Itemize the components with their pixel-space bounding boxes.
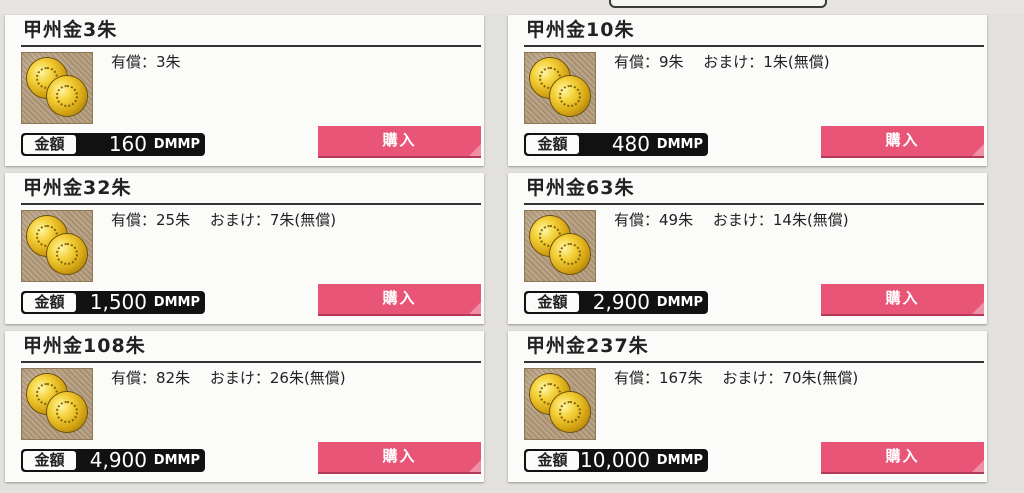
title-divider: [21, 361, 481, 363]
title-divider: [21, 203, 481, 205]
buy-button-label: 購入: [885, 132, 920, 149]
gold-coins-icon: [524, 52, 596, 124]
price-currency: DMMP: [153, 137, 200, 152]
product-card: 甲州金10朱 有償：9朱 おまけ：1朱(無償) 金額 480 DMMP 購入: [508, 15, 987, 166]
top-tab[interactable]: [609, 0, 827, 8]
price-currency: DMMP: [656, 295, 703, 310]
price-box: 金額 4,900 DMMP: [21, 449, 205, 472]
product-details: 有償：167朱 おまけ：70朱(無償): [614, 369, 859, 387]
product-title: 甲州金63朱: [526, 177, 635, 199]
price-label: 金額: [23, 135, 76, 154]
buy-button[interactable]: 購入: [318, 284, 481, 314]
price-currency: DMMP: [153, 295, 200, 310]
product-title: 甲州金10朱: [526, 19, 635, 41]
price-box: 金額 160 DMMP: [21, 133, 205, 156]
price-amount: 1,500: [89, 290, 147, 314]
product-details: 有償：25朱 おまけ：7朱(無償): [111, 211, 337, 229]
buy-button-label: 購入: [885, 290, 920, 307]
price-label: 金額: [526, 293, 579, 312]
buy-button[interactable]: 購入: [318, 442, 481, 472]
gold-coins-icon: [524, 210, 596, 282]
product-card: 甲州金237朱 有償：167朱 おまけ：70朱(無償) 金額 10,000 DM…: [508, 331, 987, 482]
title-divider: [524, 45, 984, 47]
gold-coins-icon: [21, 52, 93, 124]
product-details: 有償：49朱 おまけ：14朱(無償): [614, 211, 849, 229]
product-title: 甲州金108朱: [23, 335, 146, 357]
gold-coins-icon: [524, 368, 596, 440]
buy-button[interactable]: 購入: [821, 284, 984, 314]
buy-button-label: 購入: [382, 132, 417, 149]
title-divider: [524, 361, 984, 363]
product-card: 甲州金63朱 有償：49朱 おまけ：14朱(無償) 金額 2,900 DMMP …: [508, 173, 987, 324]
buy-button-label: 購入: [382, 448, 417, 465]
buy-button[interactable]: 購入: [318, 126, 481, 156]
product-title: 甲州金32朱: [23, 177, 132, 199]
price-currency: DMMP: [153, 453, 200, 468]
price-box: 金額 480 DMMP: [524, 133, 708, 156]
price-amount: 10,000: [580, 448, 650, 472]
price-box: 金額 10,000 DMMP: [524, 449, 708, 472]
price-label: 金額: [23, 451, 76, 470]
buy-button-label: 購入: [382, 290, 417, 307]
gold-coins-icon: [21, 210, 93, 282]
price-label: 金額: [23, 293, 76, 312]
title-divider: [21, 45, 481, 47]
product-card: 甲州金108朱 有償：82朱 おまけ：26朱(無償) 金額 4,900 DMMP…: [5, 331, 484, 482]
price-label: 金額: [526, 135, 579, 154]
product-title: 甲州金237朱: [526, 335, 649, 357]
price-currency: DMMP: [656, 137, 703, 152]
price-amount: 160: [108, 132, 147, 156]
title-divider: [524, 203, 984, 205]
gold-coins-icon: [21, 368, 93, 440]
product-details: 有償：82朱 おまけ：26朱(無償): [111, 369, 346, 387]
top-strip: [0, 0, 1024, 14]
buy-button-label: 購入: [885, 448, 920, 465]
product-card: 甲州金3朱 有償：3朱 金額 160 DMMP 購入: [5, 15, 484, 166]
price-amount: 480: [611, 132, 650, 156]
product-title: 甲州金3朱: [23, 19, 118, 41]
price-label: 金額: [526, 451, 579, 470]
price-amount: 4,900: [89, 448, 147, 472]
price-box: 金額 1,500 DMMP: [21, 291, 205, 314]
product-details: 有償：3朱: [111, 53, 181, 71]
buy-button[interactable]: 購入: [821, 442, 984, 472]
price-amount: 2,900: [592, 290, 650, 314]
price-box: 金額 2,900 DMMP: [524, 291, 708, 314]
price-currency: DMMP: [656, 453, 703, 468]
product-card: 甲州金32朱 有償：25朱 おまけ：7朱(無償) 金額 1,500 DMMP 購…: [5, 173, 484, 324]
product-details: 有償：9朱 おまけ：1朱(無償): [614, 53, 830, 71]
buy-button[interactable]: 購入: [821, 126, 984, 156]
